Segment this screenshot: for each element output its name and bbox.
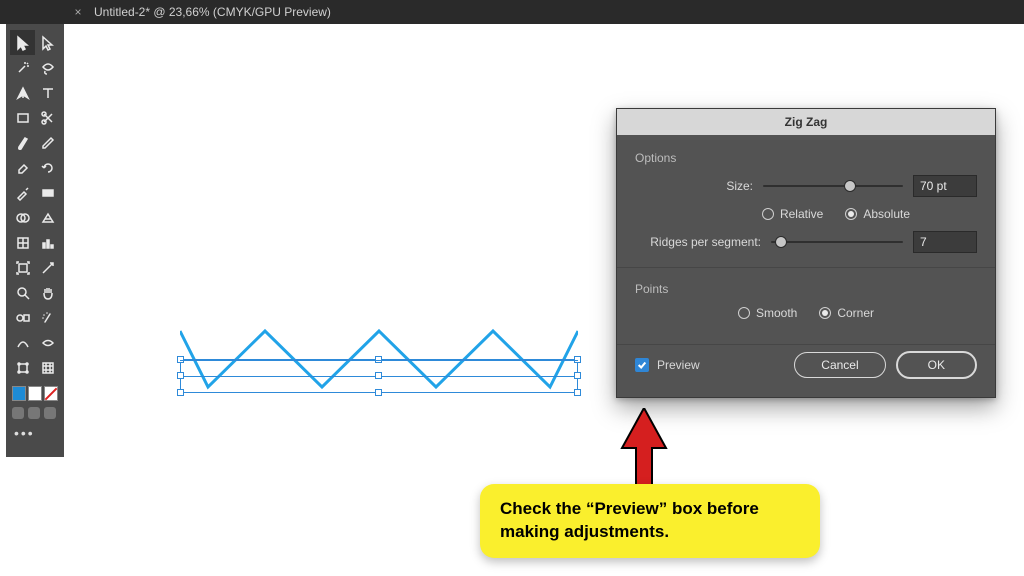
handle-w[interactable] — [177, 372, 184, 379]
hand-tool[interactable] — [35, 280, 60, 305]
zoom-tool[interactable] — [10, 280, 35, 305]
magic-wand-tool[interactable] — [10, 55, 35, 80]
free-transform-tool[interactable] — [10, 355, 35, 380]
stroke-swatch[interactable] — [28, 386, 42, 401]
screen-mode-row — [10, 405, 60, 421]
options-group-label: Options — [635, 151, 977, 165]
absolute-label: Absolute — [863, 207, 910, 221]
slice-tool[interactable] — [35, 255, 60, 280]
handle-s[interactable] — [375, 389, 382, 396]
size-slider-knob[interactable] — [844, 180, 856, 192]
handle-center[interactable] — [375, 372, 382, 379]
tab-close-button[interactable]: × — [70, 5, 86, 19]
preview-label: Preview — [657, 358, 700, 372]
grid-tool[interactable] — [35, 355, 60, 380]
points-group-label: Points — [635, 282, 977, 296]
gradient-tool[interactable] — [35, 180, 60, 205]
dialog-title: Zig Zag — [617, 109, 995, 135]
symbol-sprayer-tool[interactable] — [35, 305, 60, 330]
zigzag-dialog: Zig Zag Options Size: Relative Absolute — [616, 108, 996, 398]
smooth-label: Smooth — [756, 306, 797, 320]
ridges-slider[interactable] — [771, 241, 903, 243]
annotation-callout: Check the “Preview” box before making ad… — [480, 484, 820, 558]
handle-nw[interactable] — [177, 356, 184, 363]
none-swatch[interactable] — [44, 386, 58, 401]
curvature-tool[interactable] — [10, 330, 35, 355]
relative-radio[interactable]: Relative — [762, 207, 823, 221]
handle-e[interactable] — [574, 372, 581, 379]
size-label: Size: — [635, 179, 753, 193]
absolute-radio[interactable]: Absolute — [845, 207, 910, 221]
corner-radio[interactable]: Corner — [819, 306, 874, 320]
size-input[interactable] — [913, 175, 977, 197]
smooth-radio[interactable]: Smooth — [738, 306, 797, 320]
type-tool[interactable] — [35, 80, 60, 105]
ridges-row: Ridges per segment: — [635, 231, 977, 253]
blend-tool[interactable] — [10, 305, 35, 330]
draw-normal[interactable] — [12, 407, 24, 419]
corner-label: Corner — [837, 306, 874, 320]
ridges-label: Ridges per segment: — [635, 235, 761, 249]
handle-se[interactable] — [574, 389, 581, 396]
tools-panel: ••• — [6, 24, 64, 457]
ridges-slider-knob[interactable] — [775, 236, 787, 248]
handle-n[interactable] — [375, 356, 382, 363]
lasso-tool[interactable] — [35, 55, 60, 80]
selection-bounding-box[interactable] — [180, 359, 578, 393]
fill-swatch[interactable] — [12, 386, 26, 401]
draw-behind[interactable] — [28, 407, 40, 419]
pencil-tool[interactable] — [35, 130, 60, 155]
cancel-button[interactable]: Cancel — [794, 352, 885, 378]
rotate-tool[interactable] — [35, 155, 60, 180]
preview-checkbox[interactable] — [635, 358, 649, 372]
size-slider[interactable] — [763, 185, 903, 187]
column-graph-tool[interactable] — [35, 230, 60, 255]
mesh-tool[interactable] — [10, 230, 35, 255]
relative-label: Relative — [780, 207, 823, 221]
direct-selection-tool[interactable] — [35, 30, 60, 55]
handle-sw[interactable] — [177, 389, 184, 396]
eyedropper-tool[interactable] — [10, 180, 35, 205]
tab-title[interactable]: Untitled-2* @ 23,66% (CMYK/GPU Preview) — [86, 5, 331, 19]
ridges-input[interactable] — [913, 231, 977, 253]
ok-button[interactable]: OK — [896, 351, 977, 379]
paintbrush-tool[interactable] — [10, 130, 35, 155]
perspective-tool[interactable] — [35, 205, 60, 230]
artboard-tool[interactable] — [10, 255, 35, 280]
pen-tool[interactable] — [10, 80, 35, 105]
size-row: Size: — [635, 175, 977, 197]
document-tabbar: × Untitled-2* @ 23,66% (CMYK/GPU Preview… — [0, 0, 1024, 24]
color-swatches — [10, 380, 60, 405]
selection-tool[interactable] — [10, 30, 35, 55]
scissors-tool[interactable] — [35, 105, 60, 130]
rectangle-tool[interactable] — [10, 105, 35, 130]
handle-ne[interactable] — [574, 356, 581, 363]
eraser-tool[interactable] — [10, 155, 35, 180]
width-tool[interactable] — [35, 330, 60, 355]
edit-toolbar-button[interactable]: ••• — [10, 421, 60, 445]
draw-inside[interactable] — [44, 407, 56, 419]
annotation-arrow-icon — [620, 408, 668, 488]
shape-builder-tool[interactable] — [10, 205, 35, 230]
